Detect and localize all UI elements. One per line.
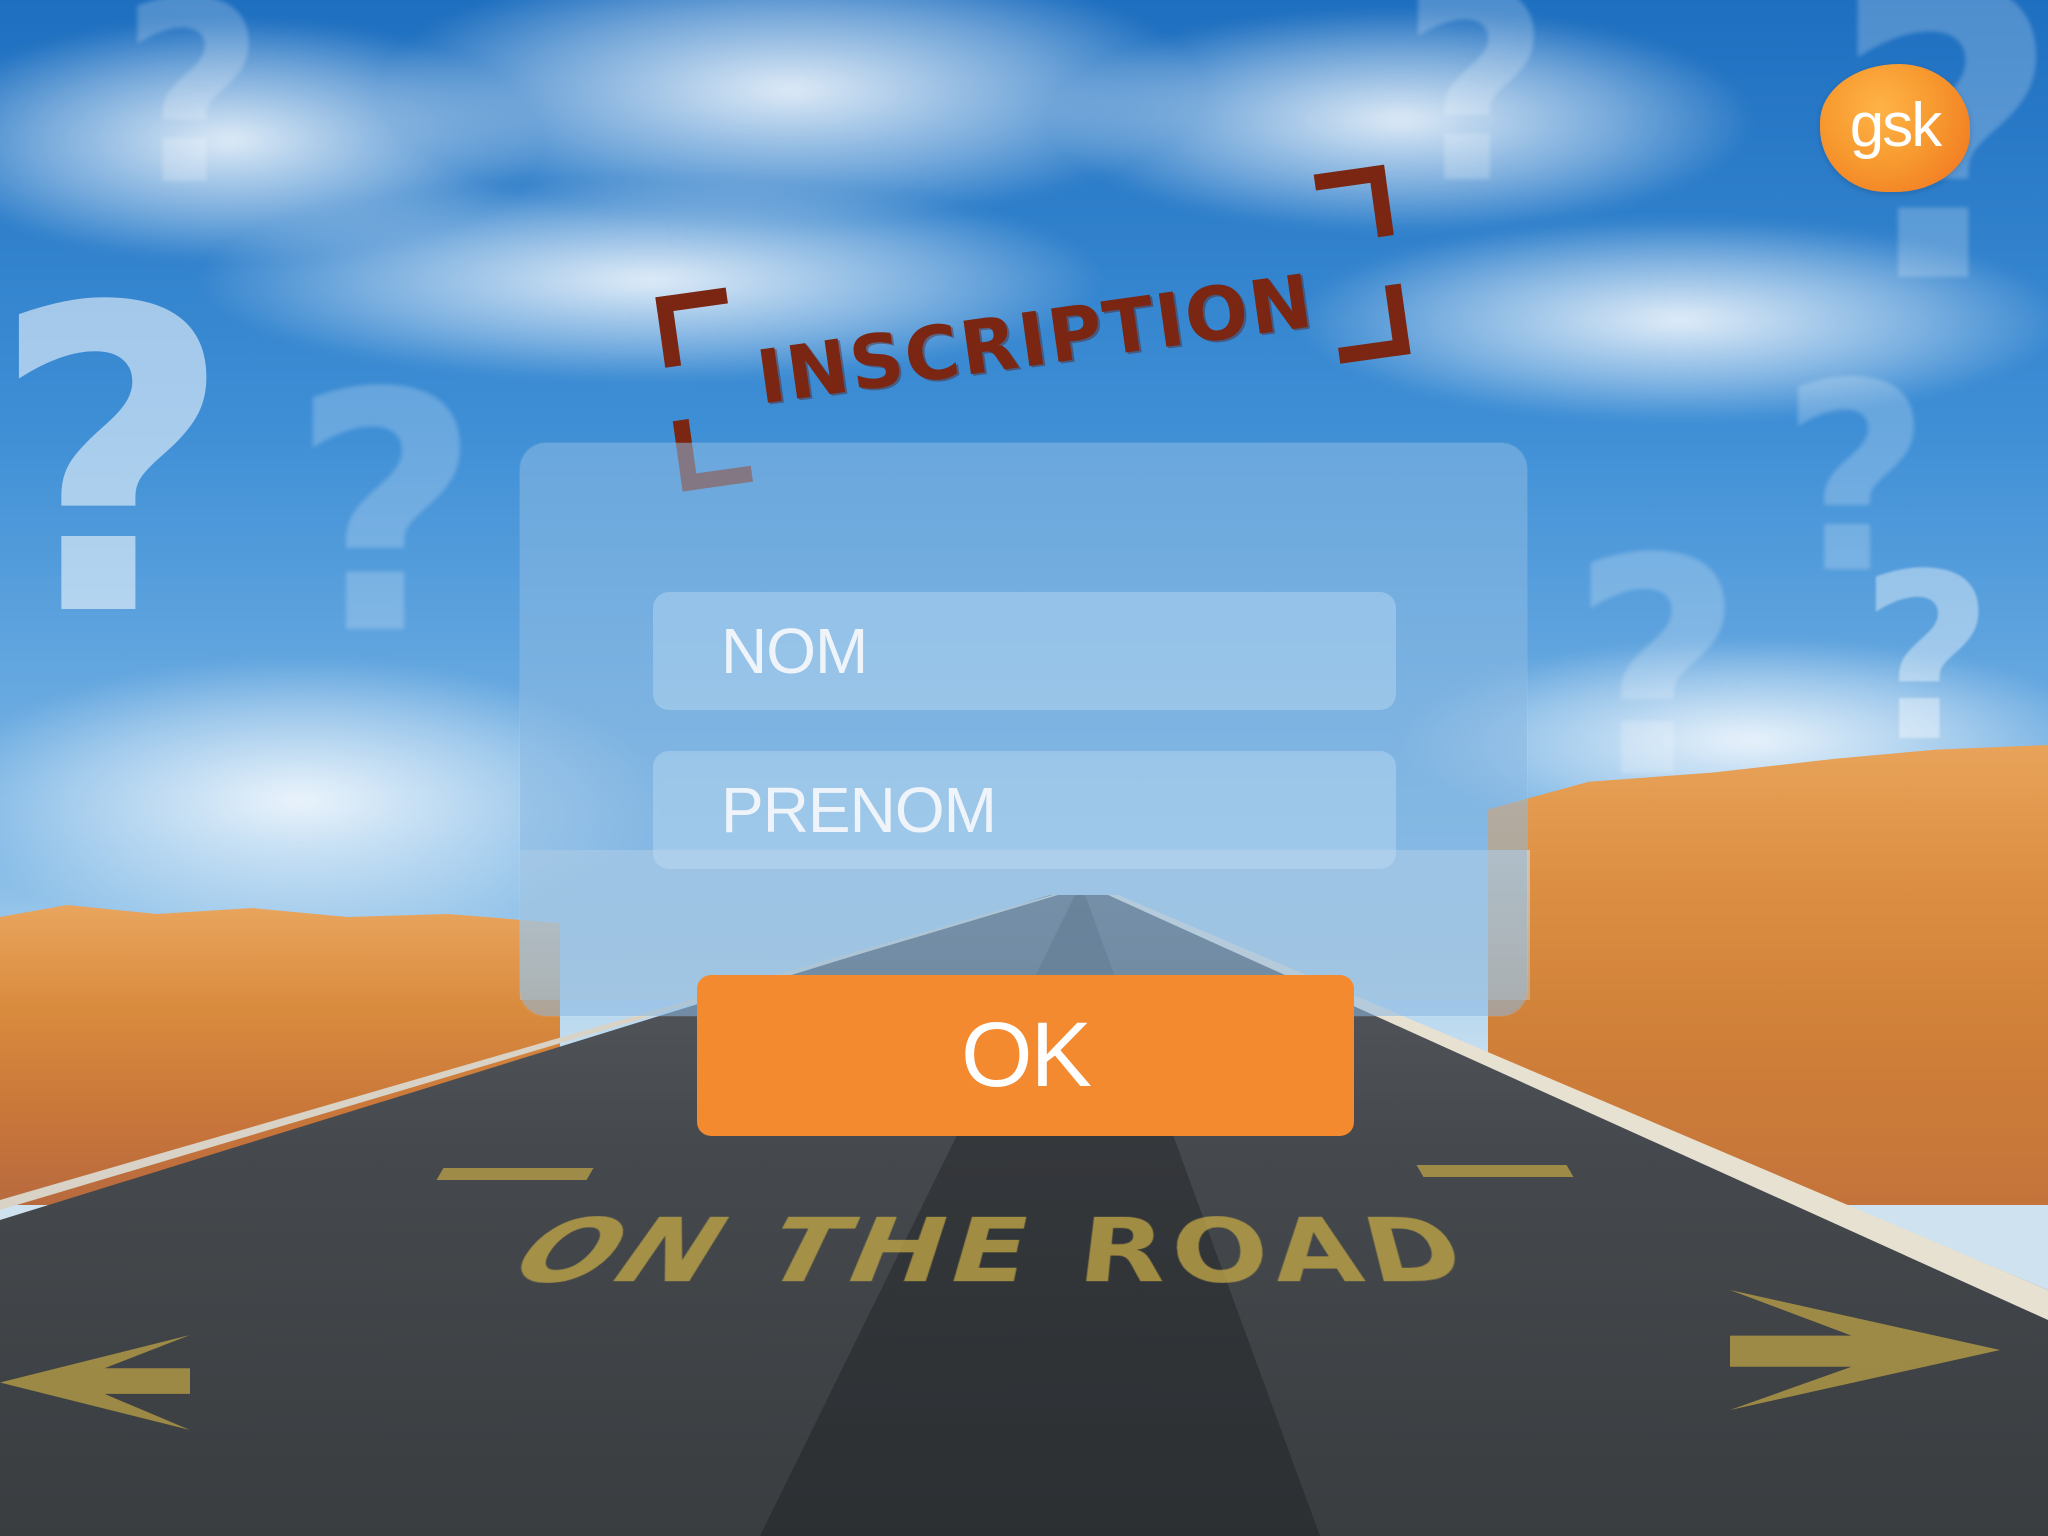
question-mark-icon: ? [0, 220, 234, 709]
question-mark-icon: ? [120, 0, 266, 240]
question-mark-icon: ? [1400, 0, 1551, 241]
question-mark-icon: ? [1780, 329, 1931, 631]
road-marking-line [436, 1168, 594, 1180]
background-scene: ? ? ? ? ? ? ? ? ON THE ROAD gsk INSCRIPT… [0, 0, 2048, 1536]
prenom-input[interactable] [653, 751, 1396, 869]
page-title: INSCRIPTION [751, 258, 1319, 422]
title-bracket-bottom-right [1330, 283, 1411, 364]
registration-form-panel [520, 443, 1527, 1016]
ok-button[interactable]: OK [697, 975, 1354, 1136]
title-bracket-top-right [1313, 164, 1394, 245]
road-marking-line [1416, 1165, 1574, 1177]
road-painted-text: ON THE ROAD [491, 1201, 1499, 1305]
logo-text: gsk [1849, 90, 1942, 160]
question-mark-icon: ? [290, 323, 482, 707]
title-bracket-top-left [655, 287, 736, 368]
gsk-logo: gsk [1820, 64, 1970, 192]
nom-input[interactable] [653, 592, 1396, 710]
